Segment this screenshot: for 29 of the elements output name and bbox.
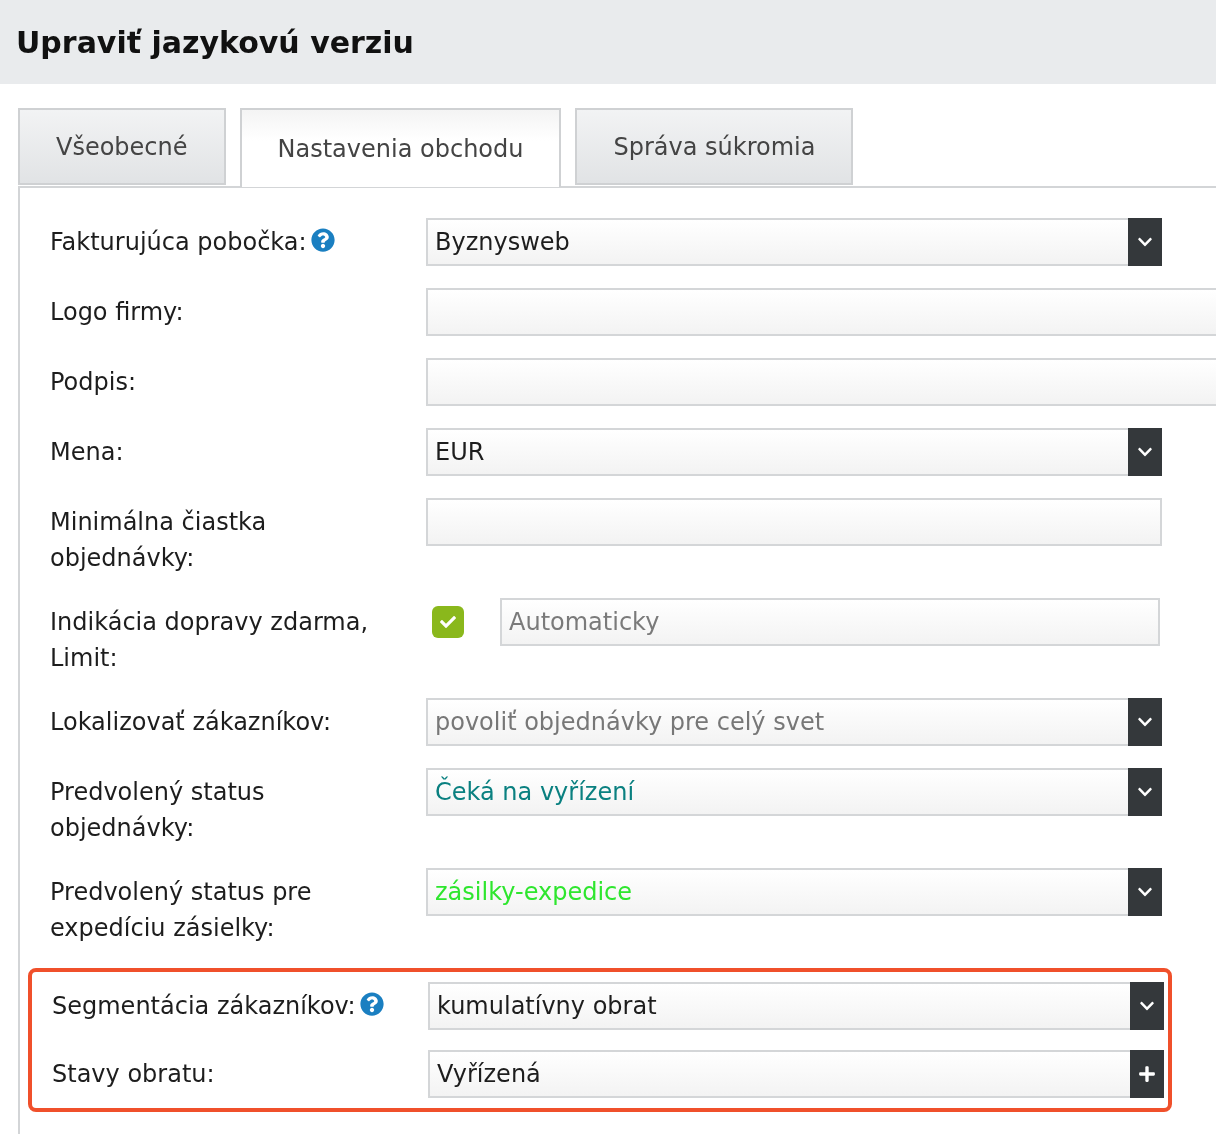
field-label: Predvolený status pre expedíciu zásielky: bbox=[50, 877, 313, 944]
field-label: Lokalizovať zákazníkov: bbox=[50, 707, 332, 738]
select-field[interactable]: EUR bbox=[426, 428, 1162, 476]
text-field[interactable] bbox=[426, 498, 1162, 546]
tab[interactable]: Správa súkromia bbox=[575, 108, 854, 185]
field-label: Segmentácia zákazníkov: bbox=[52, 991, 356, 1022]
field-label: Mena: bbox=[50, 437, 124, 468]
text-field[interactable] bbox=[426, 358, 1216, 406]
field-label: Podpis: bbox=[50, 367, 137, 398]
multi-select-field[interactable]: Vyřízená bbox=[428, 1050, 1164, 1098]
limit-field[interactable]: Automaticky bbox=[500, 598, 1160, 646]
field-label: Indikácia dopravy zdarma, Limit: bbox=[50, 607, 370, 674]
select-field[interactable]: Čeká na vyřízení bbox=[426, 768, 1162, 816]
field-label: Logo firmy: bbox=[50, 297, 184, 328]
field-label: Minimálna čiastka objednávky: bbox=[50, 507, 268, 574]
select-field[interactable]: kumulatívny obrat bbox=[428, 982, 1164, 1030]
field-label: Fakturujúca pobočka: bbox=[50, 227, 307, 258]
help-icon[interactable] bbox=[310, 228, 335, 252]
tab[interactable]: Všeobecné bbox=[18, 108, 226, 185]
field-label: Predvolený status objednávky: bbox=[50, 777, 266, 844]
check-icon bbox=[440, 614, 456, 630]
text-field[interactable] bbox=[426, 288, 1216, 336]
select-field[interactable]: Byznysweb bbox=[426, 218, 1162, 266]
plus-icon bbox=[1138, 1065, 1156, 1083]
checkbox[interactable] bbox=[432, 606, 464, 638]
page-title: Upraviť jazykovú verziu bbox=[16, 24, 414, 60]
tab[interactable]: Nastavenia obchodu bbox=[239, 108, 562, 187]
help-icon[interactable] bbox=[359, 992, 384, 1016]
field-label: Stavy obratu: bbox=[52, 1059, 215, 1090]
